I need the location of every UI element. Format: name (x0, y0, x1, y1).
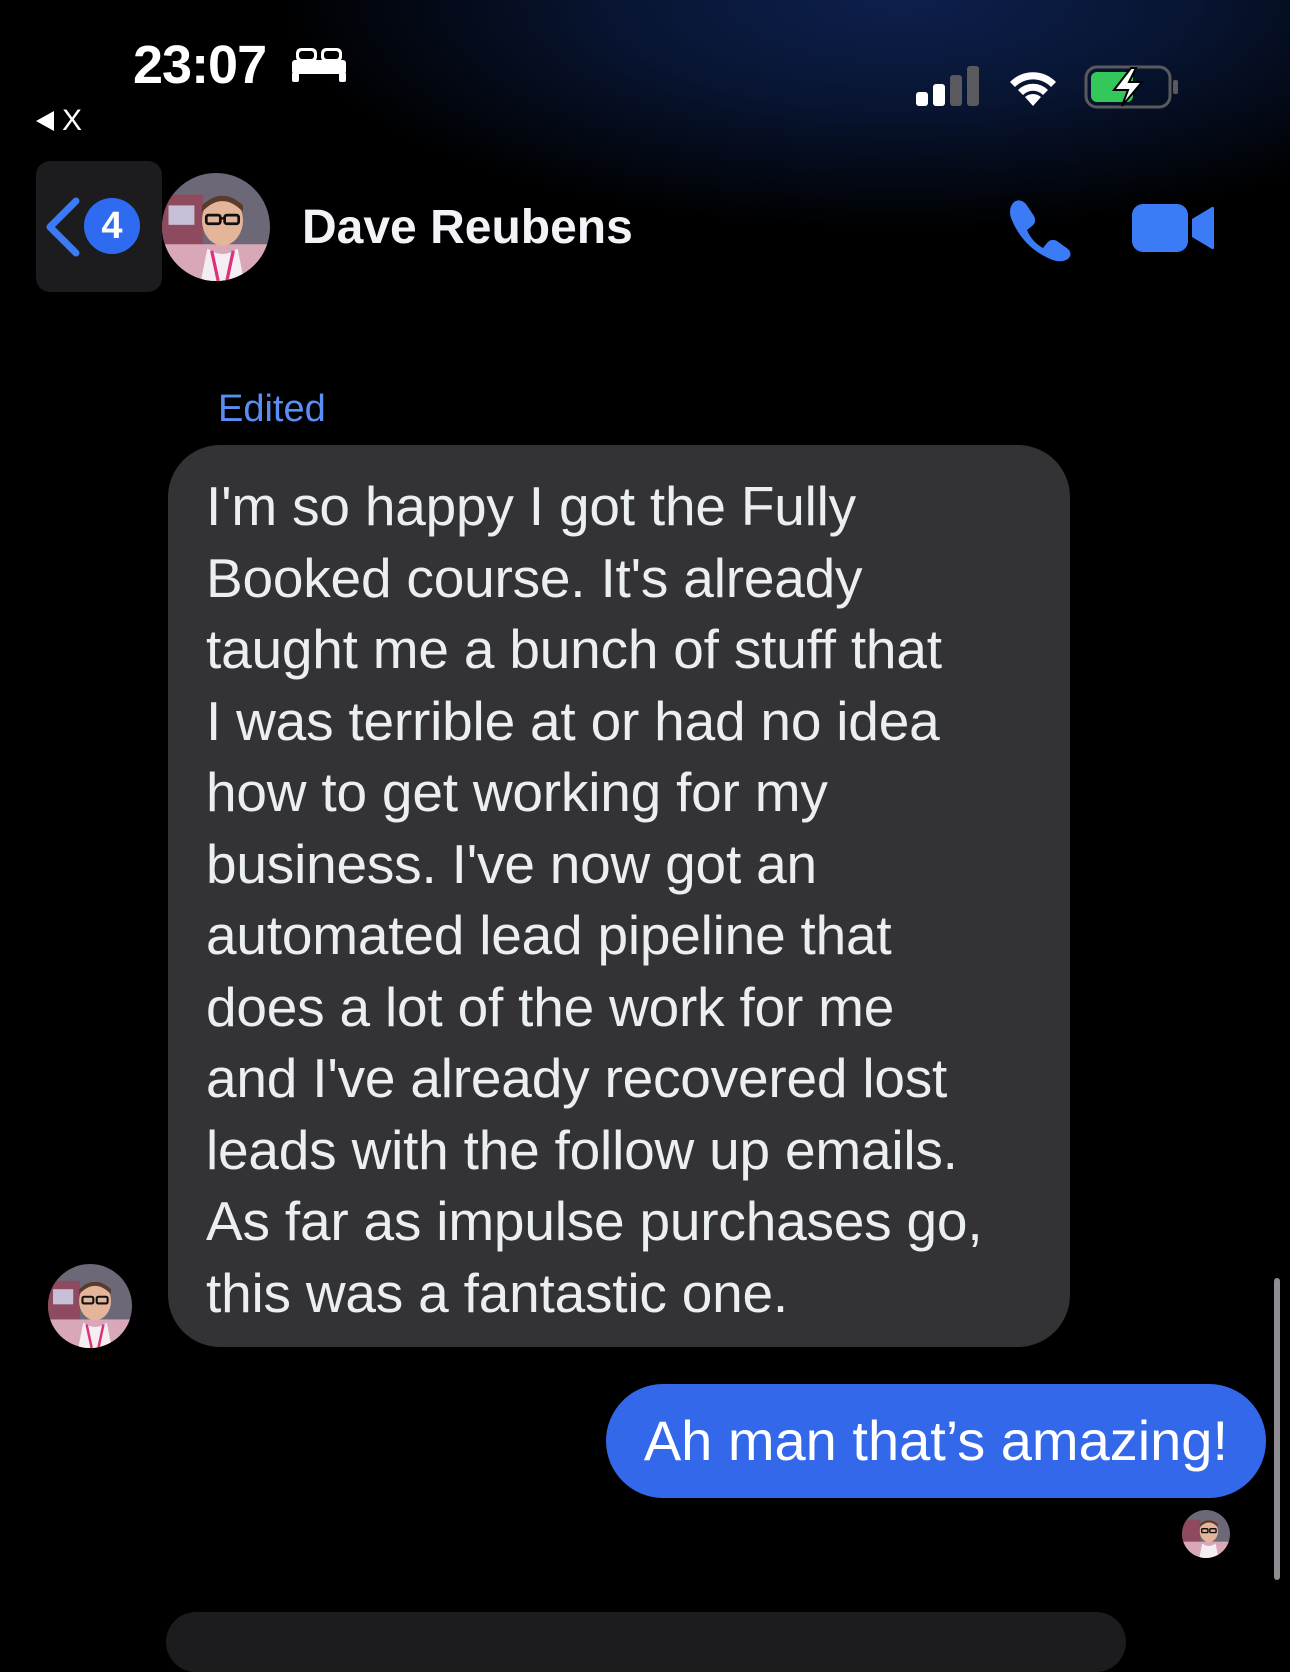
back-to-app-link[interactable]: X (36, 104, 82, 138)
back-app-label: X (62, 104, 83, 137)
chevron-left-icon (46, 197, 80, 257)
sender-avatar[interactable] (48, 1264, 132, 1348)
video-camera-icon[interactable] (1132, 202, 1214, 254)
unread-count-badge: 4 (84, 198, 140, 254)
read-receipt-avatar (1182, 1510, 1230, 1558)
avatar-image (48, 1264, 132, 1348)
scrollbar[interactable] (1274, 1278, 1280, 1580)
bed-icon (292, 48, 346, 82)
edited-label: Edited (218, 388, 326, 430)
outgoing-message-bubble[interactable]: Ah man that’s amazing! (605, 1384, 1266, 1498)
contact-avatar[interactable] (162, 173, 270, 281)
back-button[interactable]: 4 (36, 161, 162, 292)
message-composer[interactable] (166, 1612, 1126, 1672)
avatar-image (1182, 1510, 1230, 1558)
battery-charging-icon (1084, 65, 1178, 109)
contact-name[interactable]: Dave Reubens (302, 200, 633, 255)
cellular-signal-icon (916, 66, 979, 106)
incoming-message-bubble[interactable]: I'm so happy I got the Fully Booked cour… (168, 445, 1070, 1347)
wifi-icon (1010, 72, 1056, 106)
back-triangle-icon (36, 111, 54, 131)
avatar-image (162, 173, 270, 281)
phone-icon[interactable] (1006, 196, 1074, 262)
status-time: 23:07 (133, 35, 267, 95)
